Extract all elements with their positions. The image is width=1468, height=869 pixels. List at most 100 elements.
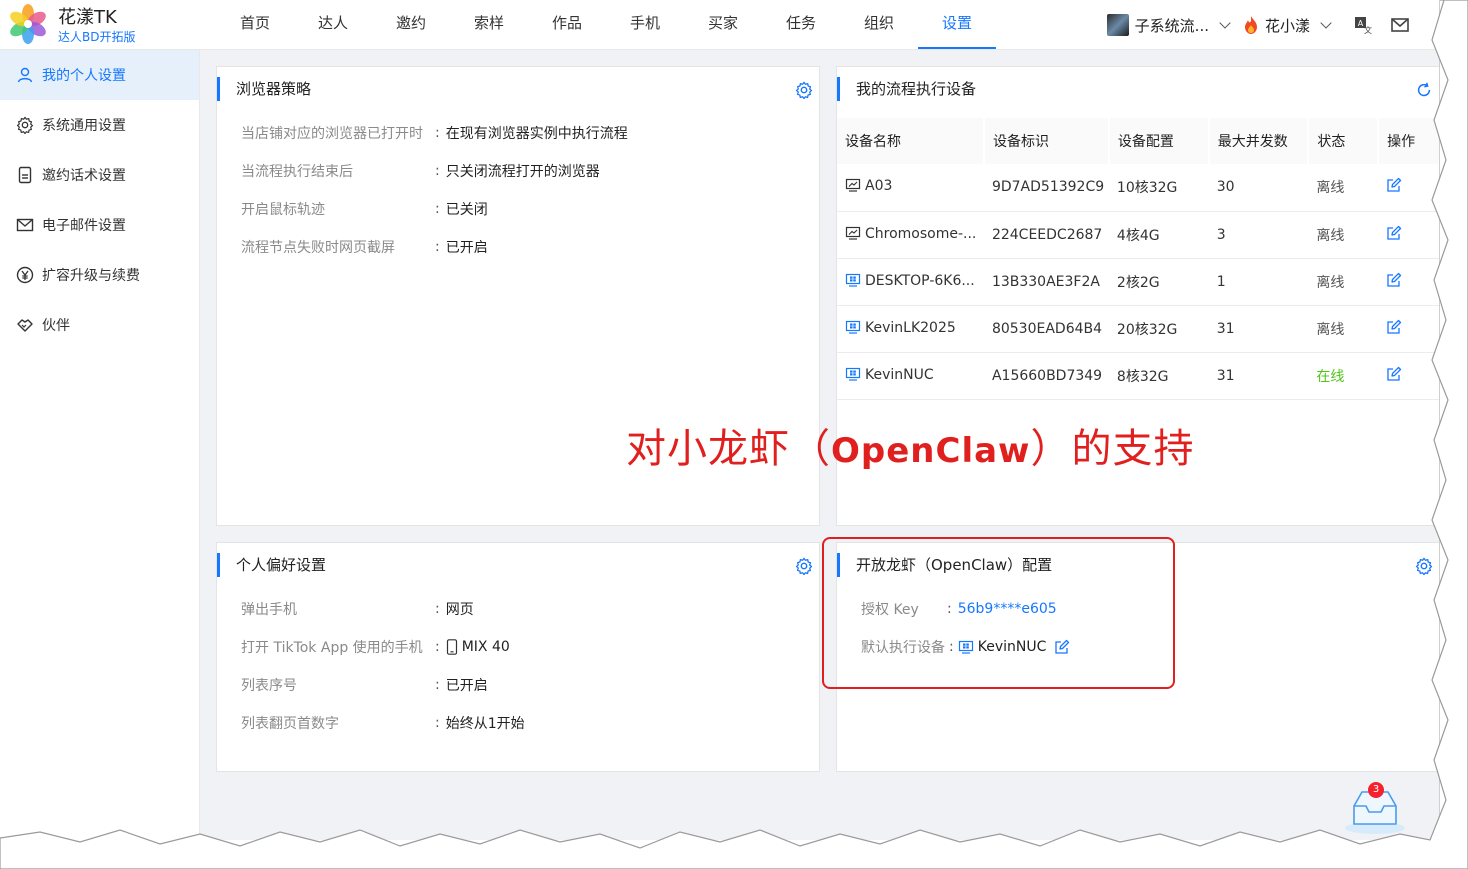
edit-icon[interactable]	[1386, 178, 1402, 197]
column-header: 设备配置	[1108, 118, 1210, 164]
setting-value[interactable]: 已开启	[446, 675, 488, 695]
flame-icon	[1244, 16, 1257, 34]
sidebar-item[interactable]: 我的个人设置	[0, 50, 199, 100]
yen-icon	[16, 266, 34, 284]
device-config: 2核2G	[1116, 274, 1160, 291]
device-status: 离线	[1316, 227, 1345, 244]
setting-value[interactable]: MIX 40	[446, 639, 510, 655]
sidebar-item[interactable]: 扩容升级与续费	[0, 250, 199, 300]
annotation-suffix: ）的支持	[1030, 426, 1195, 472]
top-header: 花漾TK 达人BD开拓版 首页 达人 邀约 索样 作品 手机 买家 任务 组织 设置 子系统流..…	[0, 0, 1439, 50]
device-config-cell: 4核4G	[1108, 211, 1209, 259]
handshake-icon	[16, 316, 34, 334]
edit-icon[interactable]	[1386, 225, 1402, 245]
setting-label: 当流程执行结束后	[241, 164, 353, 180]
setting-value[interactable]: 网页	[446, 599, 474, 619]
device-config-cell: 10核32G	[1108, 164, 1209, 212]
setting-value-text: 始终从1开始	[445, 716, 525, 732]
sidebar-item-label: 系统通用设置	[42, 118, 126, 134]
translate-icon[interactable]: A 文	[1354, 15, 1374, 35]
device-max-cell: 3	[1208, 211, 1309, 259]
device-max: 1	[1216, 273, 1226, 290]
annotation-prefix: 对小龙虾（	[626, 426, 831, 472]
setting-value-text: 已开启	[445, 240, 488, 256]
setting-value[interactable]: 已开启	[446, 237, 488, 257]
setting-row: 开启鼠标轨迹: 已关闭	[241, 199, 488, 219]
setting-label: 弹出手机	[241, 602, 297, 618]
setting-value[interactable]: 只关闭流程打开的浏览器	[446, 161, 600, 181]
sidebar-item-label: 邀约话术设置	[42, 168, 126, 184]
nav-item[interactable]: 作品	[528, 0, 606, 49]
nav-item[interactable]: 任务	[762, 0, 840, 49]
refresh-icon[interactable]	[1415, 81, 1433, 99]
sidebar-item[interactable]: 邀约话术设置	[0, 150, 199, 200]
gear-icon[interactable]	[1415, 557, 1433, 575]
sidebar-item-label: 电子邮件设置	[42, 218, 126, 234]
mac-device-icon	[845, 225, 861, 245]
sidebar-item-label: 伙伴	[42, 318, 70, 334]
nav-item[interactable]: 索样	[450, 0, 528, 49]
nav-item[interactable]: 手机	[606, 0, 684, 49]
brand-title: 花漾TK	[58, 7, 117, 28]
mail-icon[interactable]	[1390, 15, 1410, 35]
edit-icon[interactable]	[1386, 366, 1402, 386]
card-title: 我的流程执行设备	[837, 77, 976, 101]
setting-value[interactable]: 已关闭	[446, 199, 488, 219]
setting-value-text: 只关闭流程打开的浏览器	[445, 164, 600, 180]
device-status-cell: 离线	[1308, 258, 1379, 306]
device-config: 8核32G	[1116, 368, 1169, 385]
nav-item[interactable]: 达人	[294, 0, 372, 49]
colon: :	[435, 639, 440, 655]
table-row: KevinNUC A15660BD7349 8核32G 31 在线	[837, 352, 1439, 400]
colon: :	[435, 125, 440, 141]
colon: :	[435, 239, 440, 255]
column-header: 操作	[1378, 118, 1439, 164]
setting-row: 当流程执行结束后: 只关闭流程打开的浏览器	[241, 161, 600, 181]
chevron-down-icon[interactable]	[1219, 17, 1231, 29]
colon: :	[435, 677, 440, 693]
setting-value[interactable]: 始终从1开始	[446, 713, 525, 733]
setting-row: 列表序号: 已开启	[241, 675, 488, 695]
nav-item[interactable]: 邀约	[372, 0, 450, 49]
user-name[interactable]: 花小漾	[1265, 15, 1310, 36]
nav-item[interactable]: 设置	[918, 0, 996, 49]
gear-icon[interactable]	[795, 81, 813, 99]
chevron-down-icon[interactable]	[1320, 17, 1332, 29]
setting-label: 打开 TikTok App 使用的手机	[241, 640, 423, 656]
nav-item[interactable]: 组织	[840, 0, 918, 49]
sidebar-item[interactable]: 电子邮件设置	[0, 200, 199, 250]
device-status-cell: 离线	[1308, 164, 1379, 212]
device-status-cell: 在线	[1308, 352, 1379, 400]
nav-item[interactable]: 首页	[216, 0, 294, 49]
column-header: 状态	[1308, 118, 1380, 164]
device-status-cell: 离线	[1308, 305, 1379, 353]
column-header: 设备名称	[837, 118, 985, 164]
header-right: 子系统流... 花小漾 A 文	[1106, 0, 1439, 50]
device-action-cell	[1378, 258, 1439, 306]
device-name: Chromosome-...	[865, 225, 977, 242]
nav-item[interactable]: 买家	[684, 0, 762, 49]
setting-value[interactable]: 在现有浏览器实例中执行流程	[446, 123, 628, 143]
annotation-highlight-frame	[822, 537, 1175, 689]
team-avatar[interactable]	[1106, 14, 1129, 36]
device-name-cell: KevinNUC	[837, 352, 984, 400]
device-max: 31	[1216, 367, 1235, 384]
card-title: 个人偏好设置	[217, 553, 326, 577]
device-max-cell: 31	[1208, 305, 1309, 353]
table-row: KevinLK2025 80530EAD64B4 20核32G 31 离线	[837, 305, 1439, 353]
colon: :	[435, 715, 440, 731]
setting-label: 列表序号	[241, 678, 297, 694]
sidebar-item[interactable]: 伙伴	[0, 300, 199, 350]
sidebar: 我的个人设置 系统通用设置 邀约话术设置 电子邮件设置扩容升级与续费伙伴	[0, 50, 200, 840]
sidebar-item-label: 我的个人设置	[42, 68, 126, 84]
annotation-text: 对小龙虾（OpenClaw）的支持	[626, 416, 1194, 474]
device-id-cell: 80530EAD64B4	[983, 305, 1109, 353]
device-name-cell: Chromosome-...	[837, 211, 984, 259]
gear-icon[interactable]	[795, 557, 813, 575]
edit-icon[interactable]	[1386, 272, 1402, 292]
sidebar-item[interactable]: 系统通用设置	[0, 100, 199, 150]
device-status: 在线	[1316, 368, 1345, 385]
team-name[interactable]: 子系统流...	[1135, 15, 1209, 36]
edit-icon[interactable]	[1386, 319, 1402, 339]
inbox-badge: 3	[1368, 782, 1384, 798]
